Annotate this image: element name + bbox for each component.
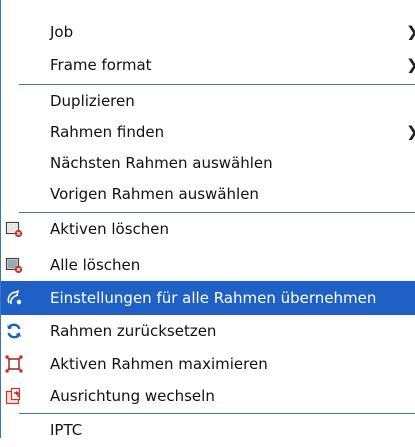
menu-item-label: Rahmen zurücksetzen (50, 322, 217, 340)
rotate-orientation-icon (5, 387, 23, 405)
apply-settings-icon (5, 289, 23, 307)
menu-item-label: Job (50, 23, 74, 41)
menu-item-rahmen-finden[interactable]: Rahmen finden ❯ (1, 115, 415, 149)
menu-item-label: Ausrichtung wechseln (50, 387, 215, 405)
menu-item-label: Duplizieren (50, 92, 135, 110)
menu-item-ausrichtung-wechseln[interactable]: Ausrichtung wechseln (1, 379, 415, 413)
maximize-frame-icon (5, 355, 23, 373)
menu-item-vorigen-rahmen[interactable]: Vorigen Rahmen auswählen (1, 177, 415, 211)
menu-item-aktiven-loeschen[interactable]: Aktiven löschen (1, 212, 415, 246)
submenu-arrow-icon: ❯ (406, 24, 415, 40)
menu-item-duplizieren[interactable]: Duplizieren (1, 84, 415, 118)
menu-item-label: Aktiven löschen (50, 220, 170, 238)
menu-item-label: Nächsten Rahmen auswählen (50, 154, 273, 172)
menu-item-naechsten-rahmen[interactable]: Nächsten Rahmen auswählen (1, 146, 415, 180)
frame-delete-icon (5, 220, 23, 238)
menu-item-einstellungen-uebernehmen[interactable]: Einstellungen für alle Rahmen übernehmen (1, 281, 415, 315)
submenu-arrow-icon: ❯ (406, 124, 415, 140)
submenu-arrow-icon: ❯ (406, 57, 415, 73)
menu-item-label: Rahmen finden (50, 123, 165, 141)
menu-item-label: Einstellungen für alle Rahmen übernehmen (50, 289, 377, 307)
menu-item-label: Aktiven Rahmen maximieren (50, 355, 268, 373)
menu-item-rahmen-maximieren[interactable]: Aktiven Rahmen maximieren (1, 347, 415, 381)
menu-item-label: Vorigen Rahmen auswählen (50, 185, 259, 203)
menu-item-job[interactable]: Job ❯ (1, 15, 415, 49)
menu-item-frame-format[interactable]: Frame format ❯ (1, 48, 415, 82)
menu-item-label: IPTC (50, 421, 83, 439)
menu-item-iptc[interactable]: IPTC (1, 413, 415, 447)
context-menu: Job ❯ Frame format ❯ Duplizieren Rahmen … (0, 0, 415, 439)
reset-arrows-icon (5, 322, 23, 340)
menu-item-alle-loeschen[interactable]: Alle löschen (1, 248, 415, 282)
menu-item-label: Frame format (50, 56, 152, 74)
frames-delete-all-icon (5, 256, 23, 274)
menu-item-label: Alle löschen (50, 256, 141, 274)
menu-item-rahmen-zuruecksetzen[interactable]: Rahmen zurücksetzen (1, 314, 415, 348)
